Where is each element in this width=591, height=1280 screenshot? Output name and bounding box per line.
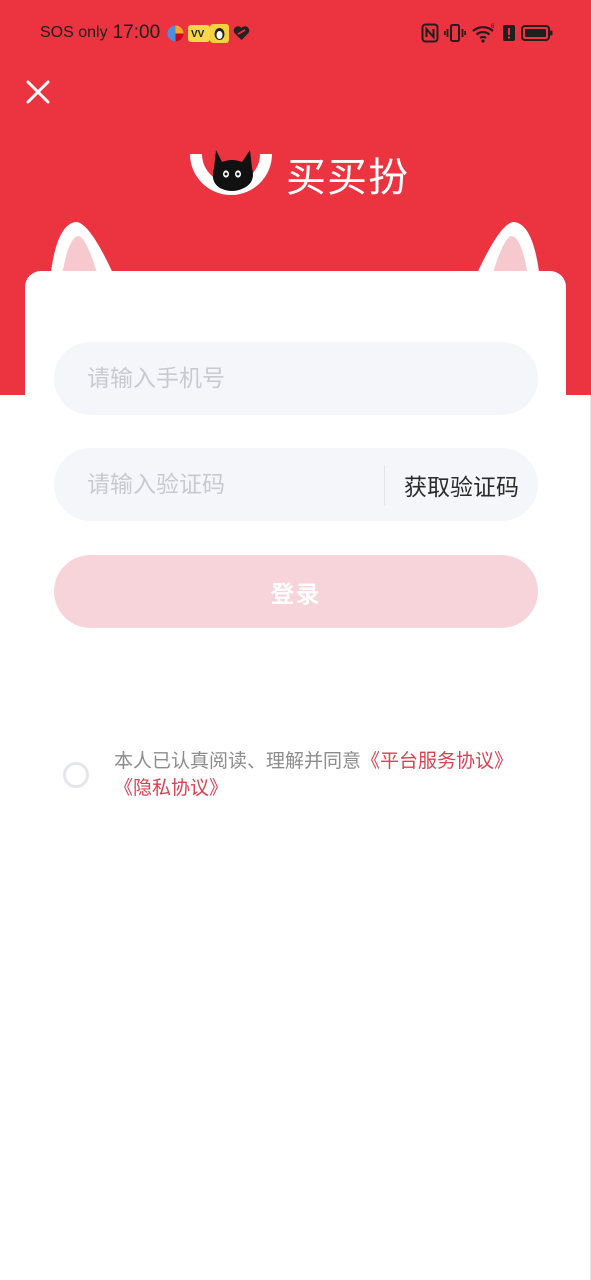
vibrate-icon (444, 24, 466, 42)
phone-input[interactable] (54, 341, 538, 416)
battery-icon (521, 25, 553, 41)
wifi-icon: 6 (472, 24, 495, 43)
nfc-icon (421, 23, 439, 43)
status-right: 6 (416, 20, 553, 46)
penguin-app-icon (210, 23, 230, 43)
time-text: 17:00 (112, 22, 161, 43)
vv-app-icon: VV (188, 24, 211, 43)
agreement-prefix: 本人已认真阅读、理解并同意 (114, 750, 362, 772)
close-icon (26, 80, 50, 104)
service-agreement-link[interactable]: 《平台服务协议》 (361, 750, 513, 772)
status-left: SOS only 17:00 VV (40, 20, 254, 46)
alert-icon (503, 25, 515, 41)
close-button[interactable] (22, 76, 54, 108)
svg-text:VV: VV (191, 29, 205, 40)
heart-app-icon (232, 24, 251, 43)
svg-text:6: 6 (491, 24, 495, 30)
verification-code-input[interactable] (54, 447, 384, 522)
brand-logo-icon (190, 150, 272, 195)
code-field-container: 获取验证码 (54, 447, 538, 522)
status-bar: SOS only 17:00 VV 6 (0, 0, 591, 66)
get-code-button[interactable]: 获取验证码 (385, 468, 538, 502)
login-button[interactable]: 登录 (54, 555, 538, 628)
brand-name: 买买扮 (286, 155, 409, 201)
phone-field-container (54, 341, 538, 416)
privacy-agreement-link[interactable]: 《隐私协议》 (114, 777, 228, 799)
carrier-text: SOS only (40, 24, 108, 41)
agreement-text: 本人已认真阅读、理解并同意《平台服务协议》《隐私协议》 (114, 748, 534, 802)
agreement-radio[interactable] (63, 762, 89, 788)
login-screen: SOS only 17:00 VV 6 买买扮 请输入手机号 请输入验证码 获取… (0, 0, 591, 1280)
app-notification-icon (166, 24, 185, 43)
